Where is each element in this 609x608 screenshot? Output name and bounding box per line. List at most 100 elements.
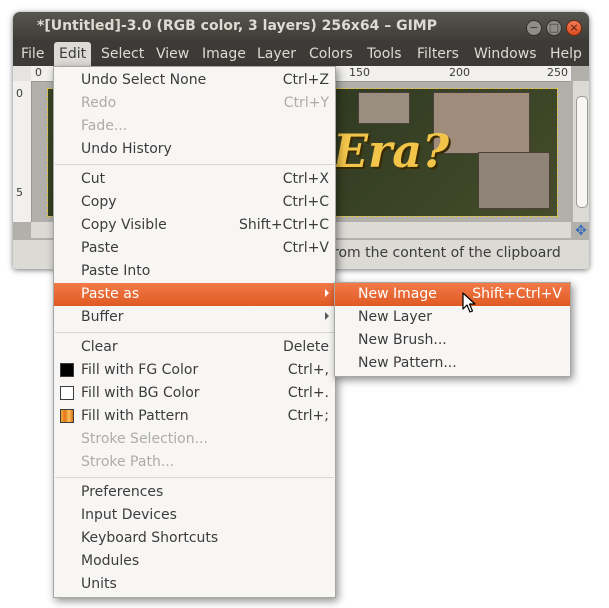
status-text: rom the content of the clipboard [333,245,561,261]
menu-item-undo-history[interactable]: Undo History [54,138,335,161]
menu-file[interactable]: File [21,46,44,62]
menu-item-label: Paste [81,240,119,256]
menu-item-shortcut: Ctrl+C [282,194,329,210]
submenu-item-new-image[interactable]: New Image Shift+Ctrl+V [335,283,570,306]
menu-item-modules[interactable]: Modules [54,550,335,573]
maximize-button[interactable]: □ [546,20,562,36]
menu-item-label: Cut [81,171,106,187]
castle-graphic [478,152,550,209]
bg-color-swatch-icon [60,386,74,400]
menu-item-copy[interactable]: Copy Ctrl+C [54,191,335,214]
menu-item-buffer[interactable]: Buffer [54,306,335,329]
menu-item-label: New Brush... [358,332,447,348]
title-bar[interactable]: *[Untitled]-3.0 (RGB color, 3 layers) 25… [13,12,589,42]
minimize-button[interactable]: − [526,20,542,36]
menu-item-fill-pattern[interactable]: Fill with Pattern Ctrl+; [54,405,335,428]
menu-item-fill-fg[interactable]: Fill with FG Color Ctrl+, [54,359,335,382]
submenu-arrow-icon [325,312,329,320]
menu-view[interactable]: View [156,46,189,62]
menu-item-label: New Pattern... [358,355,457,371]
menu-item-keyboard-shortcuts[interactable]: Keyboard Shortcuts [54,527,335,550]
menu-item-label: New Image [358,286,437,302]
menu-item-input-devices[interactable]: Input Devices [54,504,335,527]
menu-colors[interactable]: Colors [309,46,353,62]
menu-item-units[interactable]: Units [54,573,335,596]
menu-item-label: Paste as [81,286,140,302]
ruler-label: 150 [349,66,370,79]
menu-item-label: Fill with Pattern [81,408,189,424]
menu-item-preferences[interactable]: Preferences [54,481,335,504]
menu-item-label: Preferences [81,484,164,500]
menu-item-fill-bg[interactable]: Fill with BG Color Ctrl+. [54,382,335,405]
menu-item-undo[interactable]: Undo Select None Ctrl+Z [54,69,335,92]
image-text: Era? [333,124,450,178]
menu-item-paste-as[interactable]: Paste as [54,283,335,306]
menu-item-label: Fill with FG Color [81,362,199,378]
menu-windows[interactable]: Windows [474,46,537,62]
menu-item-shortcut: Ctrl+V [282,240,329,256]
menu-item-redo: Redo Ctrl+Y [54,92,335,115]
menu-layer[interactable]: Layer [257,46,296,62]
navigate-icon[interactable]: ✥ [573,223,589,239]
menu-item-label: Modules [81,553,140,569]
submenu-item-new-pattern[interactable]: New Pattern... [335,352,570,375]
ruler-label: 5 [16,186,23,199]
menu-item-shortcut: Ctrl+X [282,171,329,187]
menu-item-shortcut: Delete [283,339,329,355]
menu-item-label: Undo History [81,141,172,157]
paste-as-submenu: New Image Shift+Ctrl+V New Layer New Brus… [334,282,571,377]
menu-item-label: Copy Visible [81,217,167,233]
fg-color-swatch-icon [60,363,74,377]
menu-item-label: Undo Select None [81,72,207,88]
menu-bar: File Edit Select View Image Layer Colors… [13,42,589,66]
menu-edit[interactable]: Edit [54,42,92,66]
menu-item-cut[interactable]: Cut Ctrl+X [54,168,335,191]
menu-item-label: Stroke Selection... [81,431,208,447]
menu-item-label: Fade... [81,118,128,134]
castle-graphic [358,92,410,124]
menu-item-shortcut: Shift+Ctrl+C [239,217,329,233]
vertical-ruler[interactable]: 0 5 [13,81,32,222]
menu-image[interactable]: Image [202,46,246,62]
vertical-scrollbar-thumb[interactable] [576,96,588,208]
menu-item-shortcut: Ctrl+Y [283,95,329,111]
menu-item-stroke-path: Stroke Path... [54,451,335,474]
submenu-item-new-brush[interactable]: New Brush... [335,329,570,352]
menu-filters[interactable]: Filters [417,46,459,62]
menu-item-fade: Fade... [54,115,335,138]
submenu-item-new-layer[interactable]: New Layer [335,306,570,329]
menu-item-paste[interactable]: Paste Ctrl+V [54,237,335,260]
ruler-label: 0 [16,87,23,100]
menu-separator [55,477,334,478]
menu-tools[interactable]: Tools [367,46,402,62]
menu-select[interactable]: Select [101,46,144,62]
menu-item-label: Input Devices [81,507,177,523]
ruler-corner[interactable] [13,66,31,81]
menu-separator [55,332,334,333]
close-button[interactable]: × [566,20,582,36]
menu-item-label: Fill with BG Color [81,385,200,401]
menu-item-paste-into[interactable]: Paste Into [54,260,335,283]
menu-item-copy-visible[interactable]: Copy Visible Shift+Ctrl+C [54,214,335,237]
menu-item-label: Redo [81,95,117,111]
menu-item-shortcut: Ctrl+; [287,408,329,424]
pattern-swatch-icon [60,409,74,423]
ruler-label: 250 [547,66,568,79]
menu-item-shortcut: Ctrl+, [287,362,329,378]
window-title: *[Untitled]-3.0 (RGB color, 3 layers) 25… [37,18,437,34]
menu-item-label: Copy [81,194,117,210]
menu-item-shortcut: Shift+Ctrl+V [472,286,562,302]
menu-item-label: New Layer [358,309,433,325]
menu-item-label: Clear [81,339,118,355]
submenu-arrow-icon [325,289,329,297]
menu-item-shortcut: Ctrl+Z [282,72,329,88]
ruler-label: 200 [449,66,470,79]
menu-item-label: Paste Into [81,263,151,279]
menu-item-label: Stroke Path... [81,454,175,470]
menu-item-clear[interactable]: Clear Delete [54,336,335,359]
edit-menu: Undo Select None Ctrl+Z Redo Ctrl+Y Fade..… [53,66,336,598]
ruler-label: 0 [35,66,42,79]
menu-help[interactable]: Help [550,46,582,62]
mouse-pointer-icon [462,292,476,313]
menu-item-stroke-selection: Stroke Selection... [54,428,335,451]
